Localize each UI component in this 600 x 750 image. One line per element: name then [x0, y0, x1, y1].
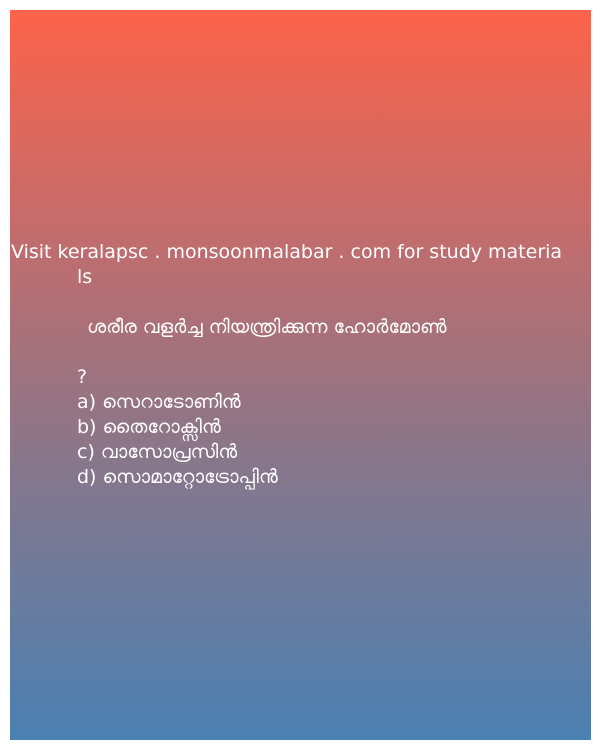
promo-text-line-2: ls — [77, 266, 93, 288]
question-mark: ? — [77, 366, 88, 388]
option-c: c) വാസോപ്രസിൻ — [77, 441, 238, 463]
promo-text-line-1: Visit keralapsc . monsoonmalabar . com f… — [11, 241, 563, 263]
option-d: d) സൊമാറ്റോട്രോപ്പിൻ — [77, 466, 278, 488]
question-card: Visit keralapsc . monsoonmalabar . com f… — [10, 10, 591, 740]
question-text: ശരീര വളർച്ച നിയന്ത്രിക്കുന്ന ഹോർമോൺ — [87, 316, 447, 338]
option-a: a) സെറാടോണിൻ — [77, 391, 241, 413]
option-b: b) തൈറോക്സിൻ — [77, 416, 221, 438]
